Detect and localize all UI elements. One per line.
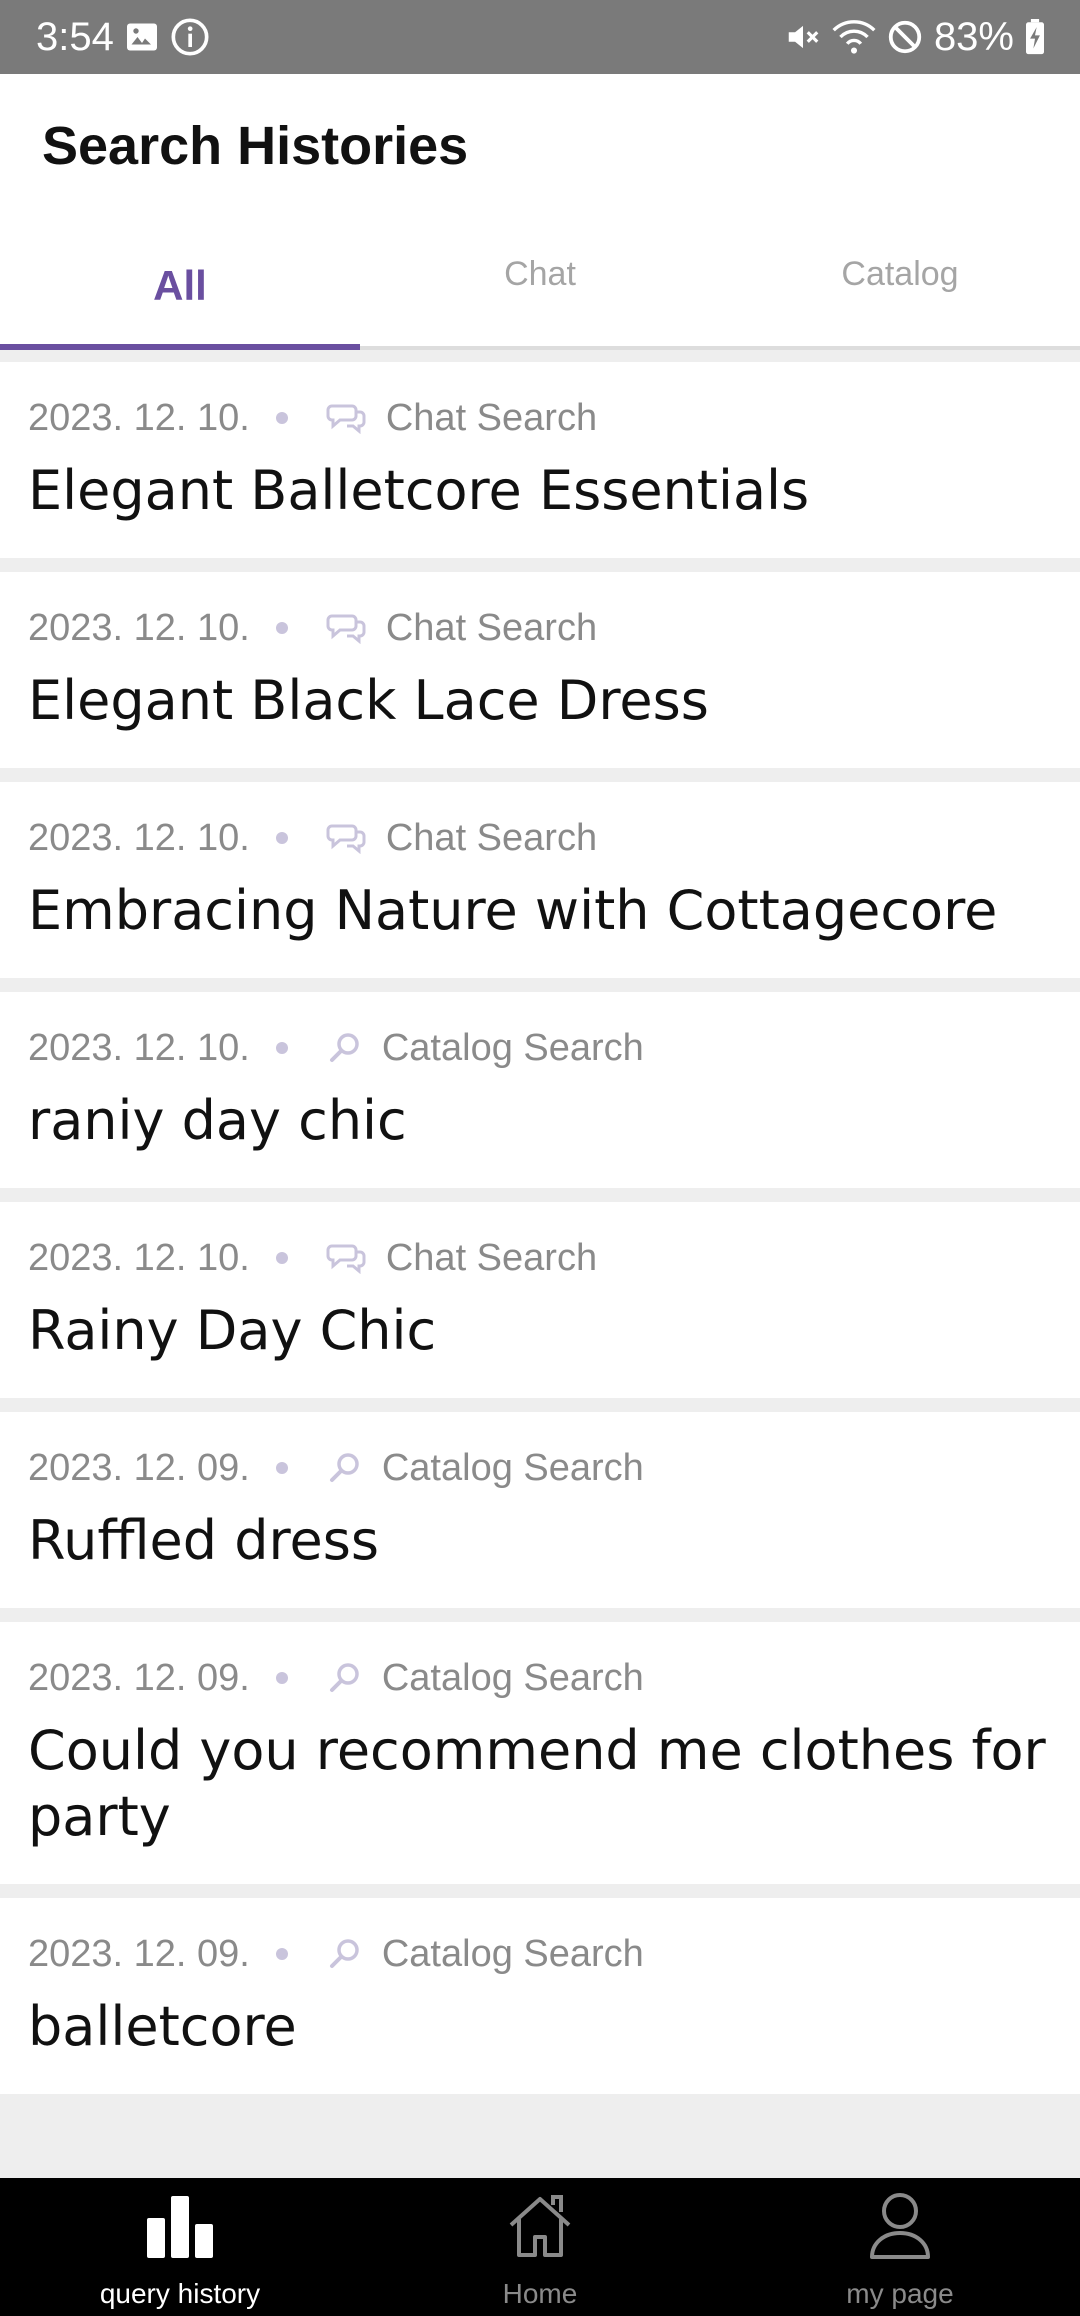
history-meta: 2023. 12. 09. Catalog Search <box>28 1442 1052 1494</box>
history-title: Elegant Black Lace Dress <box>28 669 709 732</box>
tab-bar: All Chat Catalog <box>0 218 1080 350</box>
history-meta: 2023. 12. 09. Catalog Search <box>28 1652 1052 1704</box>
tab-chat[interactable]: Chat <box>360 218 720 346</box>
status-bar: 3:54 83% <box>0 0 1080 74</box>
history-item[interactable]: 2023. 12. 10. Chat Search Rainy Day Chic <box>0 1202 1080 1398</box>
history-meta: 2023. 12. 10. Catalog Search <box>28 1022 1052 1074</box>
history-type: Catalog Search <box>381 1932 644 1975</box>
history-item[interactable]: 2023. 12. 10. Catalog Search raniy day c… <box>0 992 1080 1188</box>
separator-dot <box>275 1042 288 1054</box>
nav-my-page[interactable]: my page <box>720 2178 1080 2316</box>
history-title: Ruffled dress <box>28 1509 379 1572</box>
chat-icon <box>326 402 368 434</box>
battery-icon <box>1024 19 1046 55</box>
history-date: 2023. 12. 10. <box>28 1026 250 1069</box>
history-type: Catalog Search <box>381 1026 644 1069</box>
history-item[interactable]: 2023. 12. 10. Chat Search Embracing Natu… <box>0 782 1080 978</box>
status-time: 3:54 <box>36 14 114 59</box>
nav-query-history[interactable]: query history <box>0 2178 360 2316</box>
history-date: 2023. 12. 10. <box>28 396 250 439</box>
block-icon <box>886 18 924 56</box>
chat-icon <box>326 612 368 644</box>
history-type: Chat Search <box>385 606 598 649</box>
person-icon <box>868 2186 932 2266</box>
history-date: 2023. 12. 10. <box>28 1236 250 1279</box>
history-title: raniy day chic <box>28 1089 407 1152</box>
history-title: balletcore <box>28 1995 297 2058</box>
history-meta: 2023. 12. 09. Catalog Search <box>28 1928 1052 1980</box>
history-title: Embracing Nature with Cottagecore <box>28 879 998 942</box>
app-root: 3:54 83% Search Histories All Chat Catal… <box>0 0 1080 2316</box>
bar-chart-icon <box>145 2186 215 2266</box>
tab-catalog[interactable]: Catalog <box>720 218 1080 346</box>
separator-dot <box>275 1948 288 1960</box>
status-right: 83% <box>784 15 1046 60</box>
chat-icon <box>326 822 368 854</box>
bottom-nav: query history Home my page <box>0 2178 1080 2316</box>
history-title: Rainy Day Chic <box>28 1299 437 1362</box>
history-date: 2023. 12. 09. <box>28 1932 250 1975</box>
separator-dot <box>275 1252 288 1264</box>
search-icon <box>326 1030 364 1066</box>
history-list: 2023. 12. 10. Chat Search Elegant Ballet… <box>0 362 1080 2094</box>
separator-dot <box>275 412 288 424</box>
history-type: Chat Search <box>385 396 598 439</box>
search-icon <box>326 1450 364 1486</box>
separator-dot <box>275 622 288 634</box>
history-meta: 2023. 12. 10. Chat Search <box>28 392 1052 444</box>
separator-dot <box>275 1672 288 1684</box>
nav-home[interactable]: Home <box>360 2178 720 2316</box>
history-date: 2023. 12. 10. <box>28 816 250 859</box>
history-item[interactable]: 2023. 12. 09. Catalog Search Could you r… <box>0 1622 1080 1884</box>
chat-icon <box>326 1242 368 1274</box>
separator-dot <box>275 832 288 844</box>
history-title: Elegant Balletcore Essentials <box>28 459 810 522</box>
history-meta: 2023. 12. 10. Chat Search <box>28 602 1052 654</box>
history-meta: 2023. 12. 10. Chat Search <box>28 812 1052 864</box>
search-icon <box>326 1936 364 1972</box>
history-type: Chat Search <box>385 816 598 859</box>
history-type: Chat Search <box>385 1236 598 1279</box>
image-icon <box>124 19 160 55</box>
history-meta: 2023. 12. 10. Chat Search <box>28 1232 1052 1284</box>
page-title: Search Histories <box>42 116 469 176</box>
history-type: Catalog Search <box>381 1446 644 1489</box>
wifi-icon <box>832 18 876 56</box>
home-icon <box>505 2186 575 2266</box>
history-item[interactable]: 2023. 12. 10. Chat Search Elegant Black … <box>0 572 1080 768</box>
status-left: 3:54 <box>36 15 210 60</box>
separator-dot <box>275 1462 288 1474</box>
history-date: 2023. 12. 09. <box>28 1446 250 1489</box>
info-icon <box>170 17 210 57</box>
tab-all[interactable]: All <box>0 218 360 350</box>
search-icon <box>326 1660 364 1696</box>
battery-percent: 83% <box>933 14 1014 59</box>
history-item[interactable]: 2023. 12. 09. Catalog Search balletcore <box>0 1898 1080 2094</box>
history-date: 2023. 12. 10. <box>28 606 250 649</box>
nav-label: my page <box>846 2278 954 2309</box>
history-item[interactable]: 2023. 12. 10. Chat Search Elegant Ballet… <box>0 362 1080 558</box>
mute-icon <box>784 18 822 56</box>
header: Search Histories <box>0 74 1080 218</box>
history-type: Catalog Search <box>381 1656 644 1699</box>
history-title: Could you recommend me clothes for party <box>28 1719 1046 1848</box>
history-date: 2023. 12. 09. <box>28 1656 250 1699</box>
nav-label: Home <box>502 2278 578 2309</box>
history-item[interactable]: 2023. 12. 09. Catalog Search Ruffled dre… <box>0 1412 1080 1608</box>
nav-label: query history <box>99 2278 261 2309</box>
